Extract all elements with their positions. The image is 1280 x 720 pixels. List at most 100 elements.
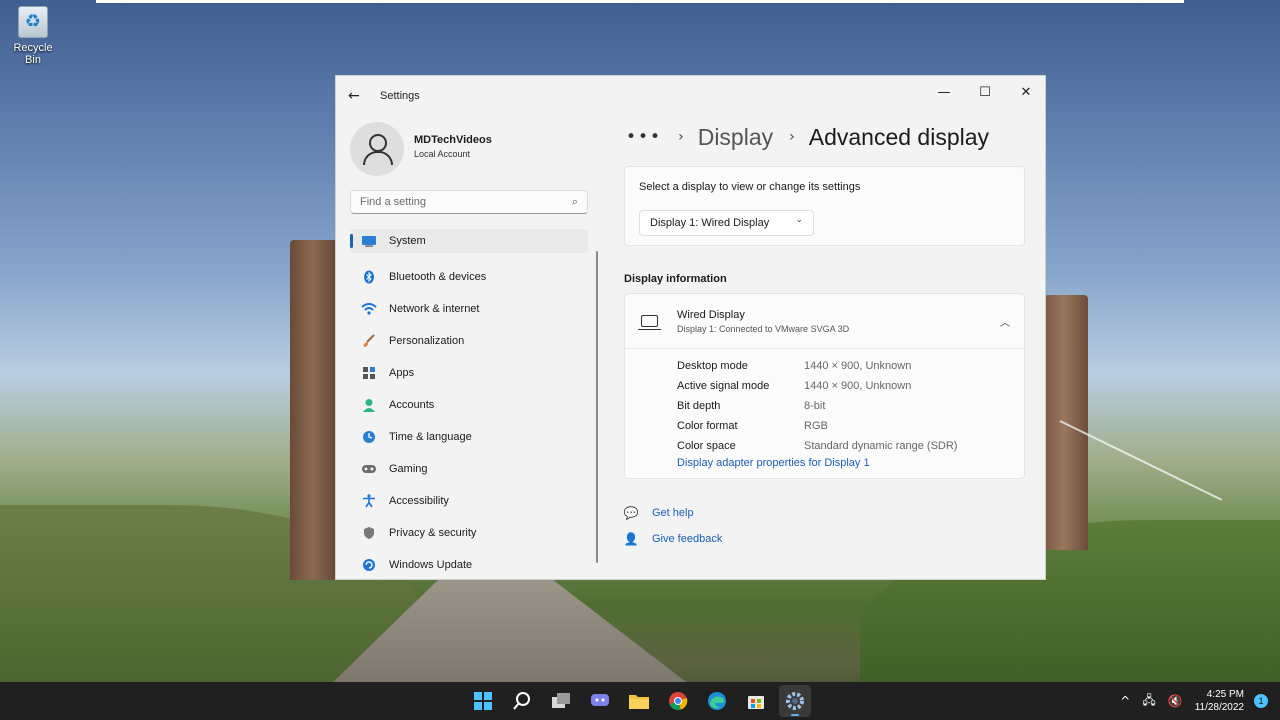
background-tower-left [290,240,340,580]
get-help-link[interactable]: 💬 Get help [623,505,694,521]
brush-icon [360,333,377,350]
sidebar-item-label: Personalization [389,335,465,347]
spec-label: Desktop mode [677,360,748,372]
sidebar-item-label: Bluetooth & devices [389,271,487,283]
chevron-right-icon: › [678,129,684,145]
spec-row: Bit depth 8-bit [677,396,957,416]
spec-value: 1440 × 900, Unknown [804,360,912,372]
sidebar-item-time-language[interactable]: Time & language [350,421,588,453]
sidebar-item-label: Time & language [389,431,472,443]
person-icon [360,397,377,414]
give-feedback-label: Give feedback [652,533,723,545]
sidebar-item-label: Accounts [389,399,435,411]
sidebar-item-gaming[interactable]: Gaming [350,453,588,485]
sidebar-nav: System Bluetooth & devices Network & int… [350,229,588,579]
sidebar-item-bluetooth[interactable]: Bluetooth & devices [350,261,588,293]
recycle-bin-label: Recycle Bin [13,42,53,66]
sidebar-item-label: Apps [389,367,415,379]
feedback-icon: 👤 [623,532,639,546]
spec-row: Color format RGB [677,416,957,436]
spec-row: Color space Standard dynamic range (SDR) [677,436,957,456]
spec-value: RGB [804,420,828,432]
store-icon[interactable] [740,685,772,717]
get-help-label: Get help [652,507,694,519]
search-box: ⌕ [350,190,588,214]
globe-clock-icon [360,429,377,446]
sidebar-item-privacy-security[interactable]: Privacy & security [350,517,588,549]
avatar[interactable] [350,122,404,176]
update-icon [360,557,377,574]
sidebar-item-label: Gaming [389,463,428,475]
back-arrow-icon[interactable]: ← [348,86,368,106]
search-icon[interactable]: ⌕ [572,195,578,209]
active-indicator [350,234,353,248]
sidebar-item-label: Network & internet [389,303,480,315]
sidebar-item-accessibility[interactable]: Accessibility [350,485,588,517]
shield-icon [360,525,377,542]
chevron-right-icon: › [789,129,795,145]
spec-label: Bit depth [677,400,721,412]
spec-label: Color format [677,420,738,432]
page-title: Advanced display [808,123,990,150]
select-display-prompt: Select a display to view or change its s… [639,181,861,193]
settings-icon[interactable] [778,685,811,717]
volume-muted-icon[interactable]: 🔇 [1168,694,1183,708]
display-connection: Display 1: Connected to VMware SVGA 3D [677,324,850,334]
laptop-icon [638,315,661,330]
spec-value: Standard dynamic range (SDR) [804,440,958,452]
settings-window: ← Settings — ☐ ✕ MDTechVideos Local Acco… [335,75,1046,580]
sidebar-item-network[interactable]: Network & internet [350,293,588,325]
notification-badge[interactable]: 1 [1254,694,1268,708]
clock[interactable]: 4:25 PM 11/28/2022 [1195,688,1244,714]
breadcrumb-parent[interactable]: Display [698,124,773,151]
task-view-icon[interactable] [545,685,577,717]
maximize-button[interactable]: ☐ [965,80,1005,106]
recycle-bin-icon [18,6,48,38]
sidebar-item-label: System [389,235,426,247]
close-button[interactable]: ✕ [1006,80,1045,106]
spec-row: Active signal mode 1440 × 900, Unknown [677,376,957,396]
spec-row: Desktop mode 1440 × 900, Unknown [677,356,957,376]
bluetooth-icon [360,269,377,286]
chat-icon[interactable] [584,685,616,717]
spec-value: 8-bit [804,400,826,412]
sidebar-item-label: Windows Update [389,559,473,571]
system-icon [360,233,377,250]
breadcrumb-more-button[interactable]: ••• [626,127,662,147]
wifi-icon [360,301,377,318]
chevron-up-icon[interactable]: ︿ [1000,314,1010,329]
chrome-icon[interactable] [662,685,694,717]
chevron-down-icon: ⌄ [795,215,803,225]
sidebar-item-system[interactable]: System [350,229,588,253]
spec-label: Active signal mode [677,380,770,392]
edge-icon[interactable] [701,685,733,717]
file-explorer-icon[interactable] [623,685,655,717]
minimize-button[interactable]: — [924,80,964,106]
sidebar-item-label: Privacy & security [389,527,477,539]
sidebar-scrollbar[interactable] [596,251,598,563]
accessibility-icon [360,493,377,510]
help-chat-icon: 💬 [623,506,639,520]
sidebar-item-windows-update[interactable]: Windows Update [350,549,588,579]
start-icon[interactable] [467,685,499,717]
display-name: Wired Display [677,309,745,321]
chevron-up-icon[interactable]: ^ [1120,694,1130,708]
title-bar: ← Settings — ☐ ✕ [336,76,1045,116]
account-name: MDTechVideos [414,134,492,146]
apps-icon [360,365,377,382]
sidebar-item-apps[interactable]: Apps [350,357,588,389]
display-info-header[interactable]: Wired Display Display 1: Connected to VM… [625,294,1024,349]
give-feedback-link[interactable]: 👤 Give feedback [623,531,723,547]
search-input[interactable] [351,191,551,213]
display-dropdown[interactable]: Display 1: Wired Display ⌄ [639,210,814,236]
display-adapter-properties-link[interactable]: Display adapter properties for Display 1 [677,457,870,469]
network-icon[interactable]: 🖧 [1142,691,1155,712]
search-icon[interactable] [506,685,538,717]
sidebar-item-accounts[interactable]: Accounts [350,389,588,421]
recycle-bin-shortcut[interactable]: Recycle Bin [4,6,62,66]
taskbar: ^ 🖧 🔇 4:25 PM 11/28/2022 1 [0,682,1280,720]
app-title: Settings [380,90,420,102]
spec-label: Color space [677,440,736,452]
section-title: Display information [624,273,727,285]
sidebar-item-personalization[interactable]: Personalization [350,325,588,357]
